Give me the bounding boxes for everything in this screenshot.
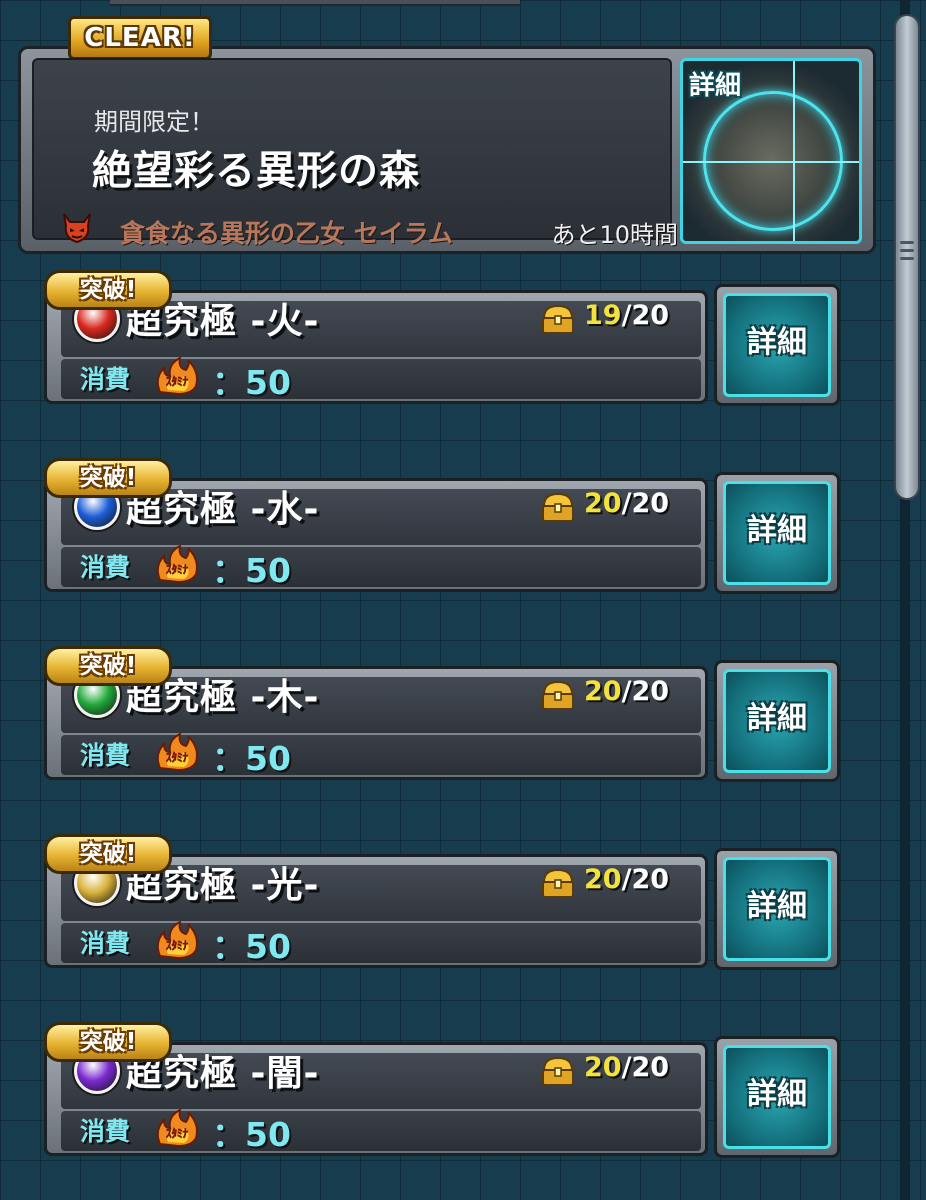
- quest-detail-label: 詳細: [747, 513, 807, 548]
- clear-count: 20/20: [584, 488, 669, 519]
- clear-count-total: /20: [621, 300, 670, 331]
- stamina-cost-label: 消費: [80, 553, 131, 582]
- top-panel-edge: [110, 0, 520, 6]
- banner-info-panel: 期間限定！ 絶望彩る異形の森 貪食なる異形の乙女 セイラム あと10時間: [32, 58, 678, 249]
- clear-count-done: 20: [584, 1052, 622, 1083]
- quest-detail-button[interactable]: 詳細: [714, 284, 840, 406]
- treasure-chest-icon: [542, 1056, 574, 1086]
- clear-count-done: 20: [584, 864, 622, 895]
- clear-count: 19/20: [584, 300, 669, 331]
- quest-detail-button[interactable]: 詳細: [714, 660, 840, 782]
- stamina-flame-icon: ｽﾀﾐﾅ: [156, 920, 198, 960]
- stamina-cost-value: ：50: [212, 551, 291, 590]
- event-banner[interactable]: CLEAR! 期間限定！ 絶望彩る異形の森 貪食なる異形の乙女 セイラム あと1…: [18, 16, 876, 254]
- event-title: 絶望彩る異形の森: [92, 148, 420, 194]
- quest-row-water[interactable]: 突破! 超究極 ‐水‐ 20/20 消費 ｽﾀﾐﾅ ：50 詳細: [44, 458, 840, 598]
- quest-row-fire[interactable]: 突破! 超究極 ‐火‐ 19/20 消費 ｽﾀﾐﾅ ：50 詳細: [44, 270, 840, 410]
- clear-count-done: 20: [584, 488, 622, 519]
- treasure-chest-icon: [542, 680, 574, 710]
- clear-badge: CLEAR!: [68, 16, 212, 60]
- clear-count-total: /20: [621, 488, 670, 519]
- quest-row-dark[interactable]: 突破! 超究極 ‐闇‐ 20/20 消費 ｽﾀﾐﾅ ：50 詳細: [44, 1022, 840, 1162]
- quest-row-wood[interactable]: 突破! 超究極 ‐木‐ 20/20 消費 ｽﾀﾐﾅ ：50 詳細: [44, 646, 840, 786]
- breakthrough-badge: 突破!: [44, 1022, 172, 1062]
- breakthrough-badge: 突破!: [44, 458, 172, 498]
- clear-count: 20/20: [584, 1052, 669, 1083]
- stamina-flame-icon: ｽﾀﾐﾅ: [156, 544, 198, 584]
- svg-text:ｽﾀﾐﾅ: ｽﾀﾐﾅ: [166, 375, 188, 388]
- clear-count-done: 20: [584, 676, 622, 707]
- stamina-cost-label: 消費: [80, 365, 131, 394]
- breakthrough-badge: 突破!: [44, 834, 172, 874]
- stamina-flame-icon: ｽﾀﾐﾅ: [156, 356, 198, 396]
- svg-text:ｽﾀﾐﾅ: ｽﾀﾐﾅ: [166, 563, 188, 576]
- treasure-chest-icon: [542, 492, 574, 522]
- target-line-v: [793, 61, 795, 241]
- stamina-cost-value: ：50: [212, 363, 291, 402]
- stamina-cost-label: 消費: [80, 741, 131, 770]
- stamina-cost-value: ：50: [212, 739, 291, 778]
- clear-count-total: /20: [621, 1052, 670, 1083]
- svg-text:ｽﾀﾐﾅ: ｽﾀﾐﾅ: [166, 751, 188, 764]
- stamina-cost-label: 消費: [80, 1117, 131, 1146]
- breakthrough-badge: 突破!: [44, 646, 172, 686]
- breakthrough-badge: 突破!: [44, 270, 172, 310]
- stamina-flame-icon: ｽﾀﾐﾅ: [156, 732, 198, 772]
- svg-text:ｽﾀﾐﾅ: ｽﾀﾐﾅ: [166, 1127, 188, 1140]
- clear-count: 20/20: [584, 864, 669, 895]
- clear-count-total: /20: [621, 676, 670, 707]
- boss-row: 貪食なる異形の乙女 セイラム あと10時間: [56, 210, 686, 250]
- stamina-cost-value: ：50: [212, 1115, 291, 1154]
- event-detail-label: 詳細: [689, 71, 742, 101]
- quest-detail-button[interactable]: 詳細: [714, 472, 840, 594]
- svg-text:ｽﾀﾐﾅ: ｽﾀﾐﾅ: [166, 939, 188, 952]
- target-line-h: [683, 161, 859, 163]
- quest-detail-label: 詳細: [747, 325, 807, 360]
- clear-count-done: 19: [584, 300, 622, 331]
- devil-icon: [63, 213, 91, 244]
- stamina-cost-label: 消費: [80, 929, 131, 958]
- event-subtitle: 期間限定！: [94, 108, 214, 136]
- quest-detail-label: 詳細: [747, 1077, 807, 1112]
- scrollbar-grip-icon: [900, 236, 914, 276]
- quest-row-light[interactable]: 突破! 超究極 ‐光‐ 20/20 消費 ｽﾀﾐﾅ ：50 詳細: [44, 834, 840, 974]
- quest-detail-label: 詳細: [747, 701, 807, 736]
- event-detail-button[interactable]: 詳細: [680, 58, 862, 244]
- stamina-flame-icon: ｽﾀﾐﾅ: [156, 1108, 198, 1148]
- quest-detail-button[interactable]: 詳細: [714, 848, 840, 970]
- treasure-chest-icon: [542, 868, 574, 898]
- clear-count: 20/20: [584, 676, 669, 707]
- time-remaining: あと10時間: [551, 221, 678, 249]
- quest-detail-label: 詳細: [747, 889, 807, 924]
- treasure-chest-icon: [542, 304, 574, 334]
- quest-detail-button[interactable]: 詳細: [714, 1036, 840, 1158]
- boss-name: 貪食なる異形の乙女 セイラム: [120, 219, 453, 248]
- clear-count-total: /20: [621, 864, 670, 895]
- stamina-cost-value: ：50: [212, 927, 291, 966]
